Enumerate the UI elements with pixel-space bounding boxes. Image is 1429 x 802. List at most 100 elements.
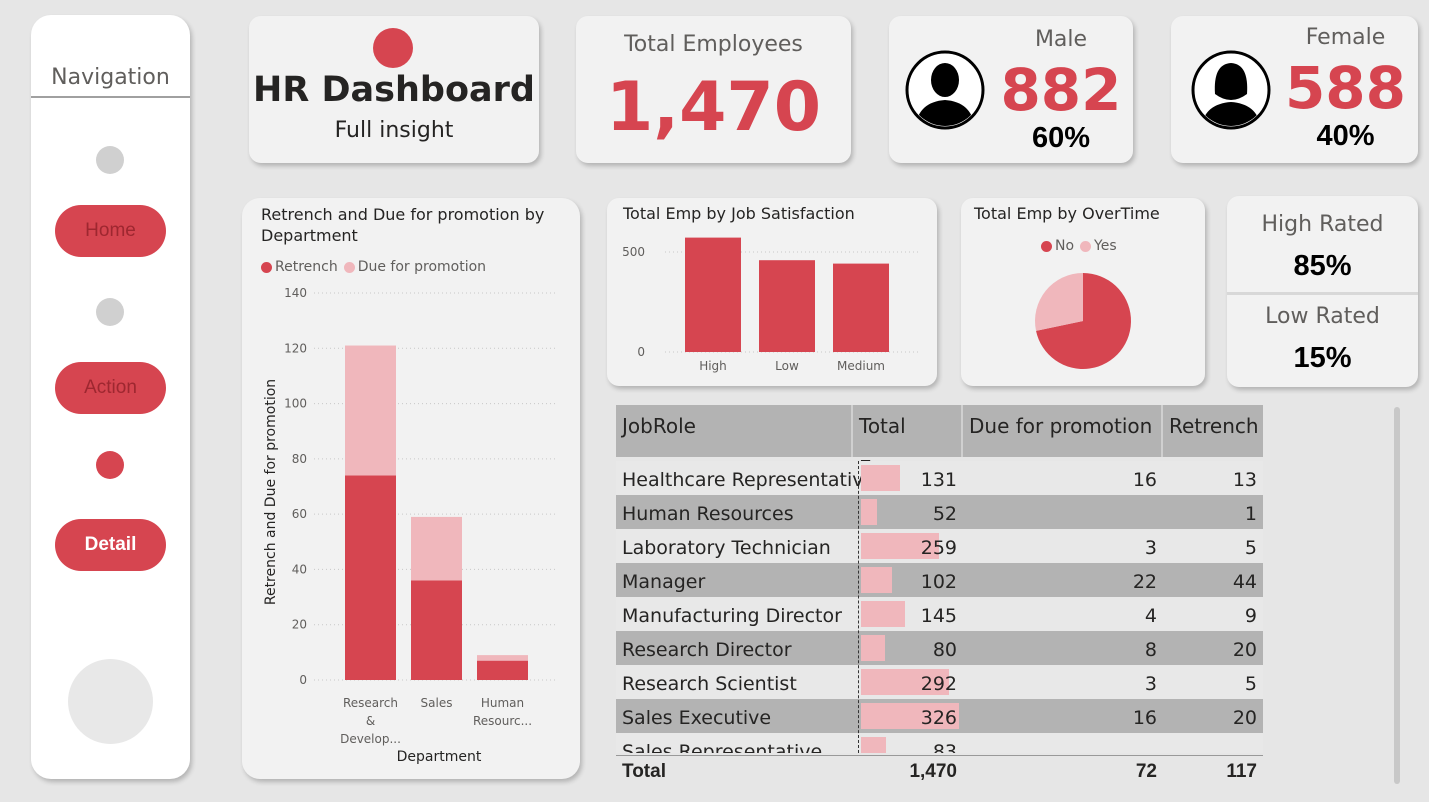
table-row[interactable]: Sales Representative 83 xyxy=(616,733,1263,753)
cell-total-emp-value: 131 xyxy=(920,469,957,491)
cell-jobrole: Laboratory Technician xyxy=(622,537,831,559)
cell-jobrole: Research Director xyxy=(622,639,792,661)
cell-retrench: 44 xyxy=(1232,571,1257,593)
department-chart-x-axis-label: Department xyxy=(397,749,482,765)
bar-retrench xyxy=(477,660,528,680)
y-tick-label: 20 xyxy=(292,618,307,632)
cell-total-emp: 259 xyxy=(859,529,963,563)
cell-due-for-promotion: 3 xyxy=(1144,537,1157,559)
female-card: Female 588 40% xyxy=(1171,16,1418,163)
table-row[interactable]: Healthcare Representative 131 16 13 xyxy=(616,461,1263,495)
overtime-pie-plot[interactable] xyxy=(961,198,1205,386)
nav-indicator-detail xyxy=(96,451,124,479)
x-tick-label: & xyxy=(366,714,375,728)
y-tick-label: 80 xyxy=(292,452,307,466)
total-employees-value: 1,470 xyxy=(605,68,822,147)
table-row[interactable]: Research Director 80 8 20 xyxy=(616,631,1263,665)
x-tick-label: Sales xyxy=(421,696,453,710)
table-row[interactable]: Research Scientist 292 3 5 xyxy=(616,665,1263,699)
cell-due-for-promotion: 4 xyxy=(1144,605,1157,627)
nav-indicator-home xyxy=(96,146,124,174)
y-tick-label: 500 xyxy=(622,245,645,259)
cell-retrench: 1 xyxy=(1244,503,1257,525)
table-row[interactable]: Manager 102 22 44 xyxy=(616,563,1263,597)
column-header-jobrole[interactable]: JobRole xyxy=(616,405,853,457)
bar-due-for-promotion xyxy=(477,655,528,661)
female-avatar-icon xyxy=(1191,50,1271,130)
cell-total-emp-value: 326 xyxy=(920,707,957,729)
job-satisfaction-chart-plot[interactable]: 0 500 High Low Medium xyxy=(607,198,937,386)
cell-jobrole: Research Scientist xyxy=(622,673,797,695)
column-header-total-emp[interactable]: Total Emp xyxy=(853,405,963,480)
x-tick-label: Research xyxy=(343,696,398,710)
nav-circle-decoration xyxy=(68,659,153,744)
female-label: Female xyxy=(1305,25,1386,50)
cell-total-emp: 145 xyxy=(859,597,963,631)
cell-databar xyxy=(861,465,901,491)
cell-total-emp: 102 xyxy=(859,563,963,597)
action-button[interactable]: Action xyxy=(55,362,166,414)
department-chart-y-axis-label: Retrench and Due for promotion xyxy=(263,379,279,605)
x-tick-label: Develop... xyxy=(340,732,401,746)
x-tick-label: Human xyxy=(481,696,524,710)
rating-divider xyxy=(1227,292,1418,295)
home-button[interactable]: Home xyxy=(55,205,166,257)
cell-databar xyxy=(861,737,886,753)
total-label: Total xyxy=(622,761,666,782)
table-body: Healthcare Representative 131 16 13 Human Re… xyxy=(616,461,1263,753)
cell-due-for-promotion: 3 xyxy=(1144,673,1157,695)
column-header-retrench[interactable]: Retrench xyxy=(1163,405,1263,457)
y-tick-label: 0 xyxy=(299,673,307,687)
cell-total-emp-value: 259 xyxy=(920,537,957,559)
low-rated-label: Low Rated xyxy=(1265,304,1380,329)
table-total-row: Total 1,470 72 117 xyxy=(616,755,1263,786)
y-tick-label: 120 xyxy=(284,341,307,355)
cell-due-for-promotion: 16 xyxy=(1132,469,1157,491)
cell-databar xyxy=(861,601,905,627)
cell-retrench: 5 xyxy=(1244,537,1257,559)
department-chart-plot[interactable]: Retrench and Due for promotion Departmen… xyxy=(242,198,580,779)
cell-jobrole: Human Resources xyxy=(622,503,794,525)
detail-button[interactable]: Detail xyxy=(55,519,166,571)
cell-total-emp: 52 xyxy=(859,495,963,529)
cell-total-emp-value: 102 xyxy=(920,571,957,593)
cell-jobrole: Healthcare Representative xyxy=(622,469,876,491)
y-tick-label: 100 xyxy=(284,397,307,411)
cell-jobrole: Sales Executive xyxy=(622,707,772,729)
nav-indicator-action xyxy=(96,298,124,326)
table-row[interactable]: Laboratory Technician 259 3 5 xyxy=(616,529,1263,563)
rating-card: High Rated 85% Low Rated 15% xyxy=(1227,196,1418,387)
y-tick-label: 40 xyxy=(292,562,307,576)
table-row[interactable]: Human Resources 52 1 xyxy=(616,495,1263,529)
jobrole-table: JobRole Total Emp Due for promotion Retr… xyxy=(616,405,1264,785)
table-row[interactable]: Sales Executive 326 16 20 xyxy=(616,699,1263,733)
pie-slice-yes xyxy=(1035,273,1083,331)
cell-jobrole: Sales Representative xyxy=(622,741,823,753)
table-header: JobRole Total Emp Due for promotion Retr… xyxy=(616,405,1263,480)
column-header-due-for-promotion[interactable]: Due for promotion xyxy=(963,405,1163,457)
total-employees-label: Total Employees xyxy=(624,32,803,57)
cell-retrench: 13 xyxy=(1232,469,1257,491)
high-rated-label: High Rated xyxy=(1261,212,1384,237)
cell-total-emp-value: 292 xyxy=(920,673,957,695)
bar-retrench xyxy=(345,475,396,680)
x-tick-label: Low xyxy=(775,359,799,373)
cell-due-for-promotion xyxy=(963,733,1163,753)
cell-total-emp-value: 83 xyxy=(932,741,957,753)
cell-total-emp: 83 xyxy=(859,733,963,753)
navigation-title: Navigation xyxy=(51,65,170,90)
male-percent: 60% xyxy=(1031,122,1091,154)
cell-retrench: 5 xyxy=(1244,673,1257,695)
navigation-divider xyxy=(31,96,190,98)
table-scrollbar[interactable] xyxy=(1394,407,1400,784)
cell-due-for-promotion xyxy=(963,495,1163,529)
cell-retrench: 20 xyxy=(1232,639,1257,661)
cell-retrench: 20 xyxy=(1232,707,1257,729)
cell-databar xyxy=(861,499,877,525)
cell-due-for-promotion: 16 xyxy=(1132,707,1157,729)
total-promo-sum: 72 xyxy=(1135,761,1157,782)
table-row[interactable]: Manufacturing Director 145 4 9 xyxy=(616,597,1263,631)
overtime-chart-card: Total Emp by OverTime No Yes xyxy=(961,198,1205,386)
cell-total-emp-value: 80 xyxy=(932,639,957,661)
cell-total-emp: 80 xyxy=(859,631,963,665)
